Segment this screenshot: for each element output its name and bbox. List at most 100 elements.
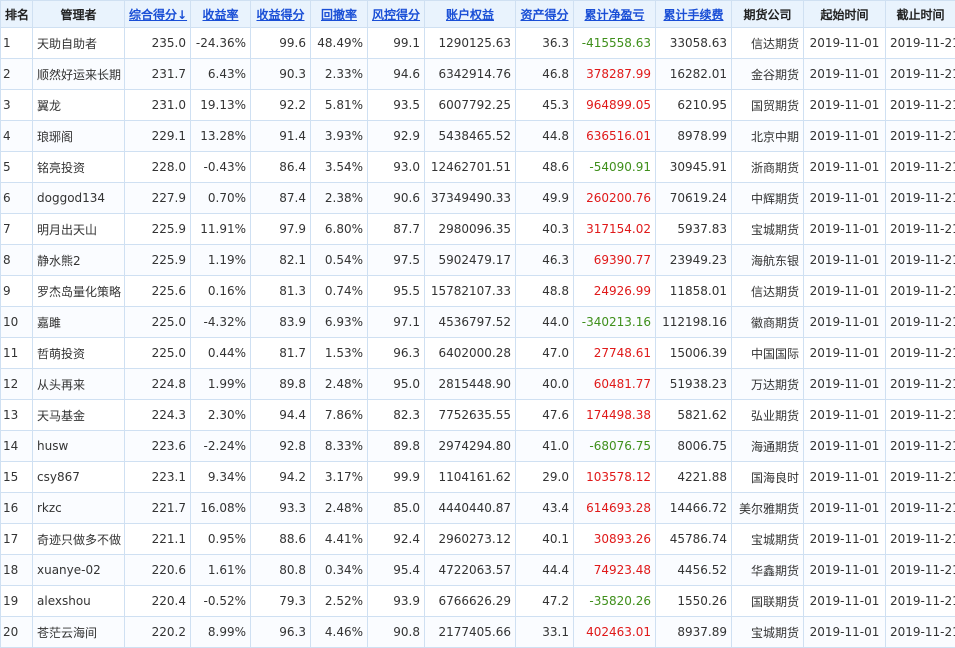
rank-cell: 1 xyxy=(1,28,33,59)
table-row[interactable]: 14husw223.6-2.24%92.88.33%89.82974294.80… xyxy=(1,431,955,462)
account-equity: 2177405.66 xyxy=(425,617,516,648)
asset-score: 48.8 xyxy=(516,276,574,307)
table-row[interactable]: 9罗杰岛量化策略225.60.16%81.30.74%95.515782107.… xyxy=(1,276,955,307)
manager-name[interactable]: 苍茫云海间 xyxy=(33,617,125,648)
sort-composite-score[interactable]: 综合得分↓ xyxy=(125,1,191,28)
manager-name[interactable]: 天助自助者 xyxy=(33,28,125,59)
table-row[interactable]: 18xuanye-02220.61.61%80.80.34%95.4472206… xyxy=(1,555,955,586)
end-time: 2019-11-21 xyxy=(886,431,955,462)
net-pnl: 378287.99 xyxy=(574,59,656,90)
account-equity: 2815448.90 xyxy=(425,369,516,400)
account-equity: 1290125.63 xyxy=(425,28,516,59)
header-row: 排名 管理者 综合得分↓ 收益率 收益得分 回撤率 风控得分 账户权益 资产得分… xyxy=(1,1,955,28)
drawdown-rate: 5.81% xyxy=(311,90,368,121)
manager-name[interactable]: 铭亮投资 xyxy=(33,152,125,183)
manager-name[interactable]: 罗杰岛量化策略 xyxy=(33,276,125,307)
fees: 1550.26 xyxy=(656,586,732,617)
manager-name[interactable]: 嘉雎 xyxy=(33,307,125,338)
start-time: 2019-11-01 xyxy=(804,555,886,586)
manager-name[interactable]: 天马基金 xyxy=(33,400,125,431)
return-rate: 1.61% xyxy=(191,555,251,586)
manager-name[interactable]: csy867 xyxy=(33,462,125,493)
table-row[interactable]: 6doggod134227.90.70%87.42.38%90.63734949… xyxy=(1,183,955,214)
start-time: 2019-11-01 xyxy=(804,369,886,400)
risk-score: 97.5 xyxy=(368,245,425,276)
composite-score: 220.6 xyxy=(125,555,191,586)
start-time: 2019-11-01 xyxy=(804,524,886,555)
manager-name[interactable]: 静水熊2 xyxy=(33,245,125,276)
sort-fees[interactable]: 累计手续费 xyxy=(656,1,732,28)
manager-name[interactable]: xuanye-02 xyxy=(33,555,125,586)
start-time: 2019-11-01 xyxy=(804,245,886,276)
table-row[interactable]: 8静水熊2225.91.19%82.10.54%97.55902479.1746… xyxy=(1,245,955,276)
asset-score: 48.6 xyxy=(516,152,574,183)
drawdown-rate: 48.49% xyxy=(311,28,368,59)
drawdown-rate: 1.53% xyxy=(311,338,368,369)
rank-cell: 7 xyxy=(1,214,33,245)
end-time: 2019-11-21 xyxy=(886,555,955,586)
ranking-table: 排名 管理者 综合得分↓ 收益率 收益得分 回撤率 风控得分 账户权益 资产得分… xyxy=(0,0,955,648)
sort-return-score[interactable]: 收益得分 xyxy=(251,1,311,28)
manager-name[interactable]: alexshou xyxy=(33,586,125,617)
table-row[interactable]: 4琅琊阁229.113.28%91.43.93%92.95438465.5244… xyxy=(1,121,955,152)
sort-risk-score[interactable]: 风控得分 xyxy=(368,1,425,28)
start-time: 2019-11-01 xyxy=(804,214,886,245)
asset-score: 49.9 xyxy=(516,183,574,214)
sort-equity[interactable]: 账户权益 xyxy=(425,1,516,28)
net-pnl: 317154.02 xyxy=(574,214,656,245)
start-time: 2019-11-01 xyxy=(804,493,886,524)
manager-name[interactable]: doggod134 xyxy=(33,183,125,214)
net-pnl: 27748.61 xyxy=(574,338,656,369)
table-row[interactable]: 13天马基金224.32.30%94.47.86%82.37752635.554… xyxy=(1,400,955,431)
table-row[interactable]: 12从头再来224.81.99%89.82.48%95.02815448.904… xyxy=(1,369,955,400)
table-row[interactable]: 7明月出天山225.911.91%97.96.80%87.72980096.35… xyxy=(1,214,955,245)
manager-name[interactable]: 翼龙 xyxy=(33,90,125,121)
broker: 海通期货 xyxy=(732,431,804,462)
asset-score: 33.1 xyxy=(516,617,574,648)
fees: 5937.83 xyxy=(656,214,732,245)
sort-return-rate[interactable]: 收益率 xyxy=(191,1,251,28)
sort-net-pnl[interactable]: 累计净盈亏 xyxy=(574,1,656,28)
return-rate: 6.43% xyxy=(191,59,251,90)
table-row[interactable]: 10嘉雎225.0-4.32%83.96.93%97.14536797.5244… xyxy=(1,307,955,338)
manager-name[interactable]: 琅琊阁 xyxy=(33,121,125,152)
return-rate: 0.44% xyxy=(191,338,251,369)
composite-score: 220.4 xyxy=(125,586,191,617)
table-row[interactable]: 5铭亮投资228.0-0.43%86.43.54%93.012462701.51… xyxy=(1,152,955,183)
account-equity: 2980096.35 xyxy=(425,214,516,245)
risk-score: 90.8 xyxy=(368,617,425,648)
drawdown-rate: 2.48% xyxy=(311,493,368,524)
header-start-time: 起始时间 xyxy=(804,1,886,28)
net-pnl: 174498.38 xyxy=(574,400,656,431)
table-row[interactable]: 17奇迹只做多不做221.10.95%88.64.41%92.42960273.… xyxy=(1,524,955,555)
table-row[interactable]: 20苍茫云海间220.28.99%96.34.46%90.82177405.66… xyxy=(1,617,955,648)
table-row[interactable]: 15csy867223.19.34%94.23.17%99.91104161.6… xyxy=(1,462,955,493)
rank-cell: 2 xyxy=(1,59,33,90)
account-equity: 5902479.17 xyxy=(425,245,516,276)
table-row[interactable]: 19alexshou220.4-0.52%79.32.52%93.9676662… xyxy=(1,586,955,617)
manager-name[interactable]: 从头再来 xyxy=(33,369,125,400)
manager-name[interactable]: husw xyxy=(33,431,125,462)
account-equity: 4722063.57 xyxy=(425,555,516,586)
sort-asset-score[interactable]: 资产得分 xyxy=(516,1,574,28)
broker: 宝城期货 xyxy=(732,617,804,648)
return-score: 81.3 xyxy=(251,276,311,307)
risk-score: 95.5 xyxy=(368,276,425,307)
manager-name[interactable]: rkzc xyxy=(33,493,125,524)
table-row[interactable]: 1天助自助者235.0-24.36%99.648.49%99.11290125.… xyxy=(1,28,955,59)
end-time: 2019-11-21 xyxy=(886,524,955,555)
manager-name[interactable]: 顺然好运来长期 xyxy=(33,59,125,90)
table-row[interactable]: 11哲萌投资225.00.44%81.71.53%96.36402000.284… xyxy=(1,338,955,369)
composite-score: 224.3 xyxy=(125,400,191,431)
manager-name[interactable]: 哲萌投资 xyxy=(33,338,125,369)
account-equity: 12462701.51 xyxy=(425,152,516,183)
net-pnl: -54090.91 xyxy=(574,152,656,183)
manager-name[interactable]: 明月出天山 xyxy=(33,214,125,245)
table-row[interactable]: 16rkzc221.716.08%93.32.48%85.04440440.87… xyxy=(1,493,955,524)
table-row[interactable]: 2顺然好运来长期231.76.43%90.32.33%94.66342914.7… xyxy=(1,59,955,90)
table-row[interactable]: 3翼龙231.019.13%92.25.81%93.56007792.2545.… xyxy=(1,90,955,121)
sort-drawdown[interactable]: 回撤率 xyxy=(311,1,368,28)
drawdown-rate: 7.86% xyxy=(311,400,368,431)
composite-score: 225.0 xyxy=(125,307,191,338)
manager-name[interactable]: 奇迹只做多不做 xyxy=(33,524,125,555)
